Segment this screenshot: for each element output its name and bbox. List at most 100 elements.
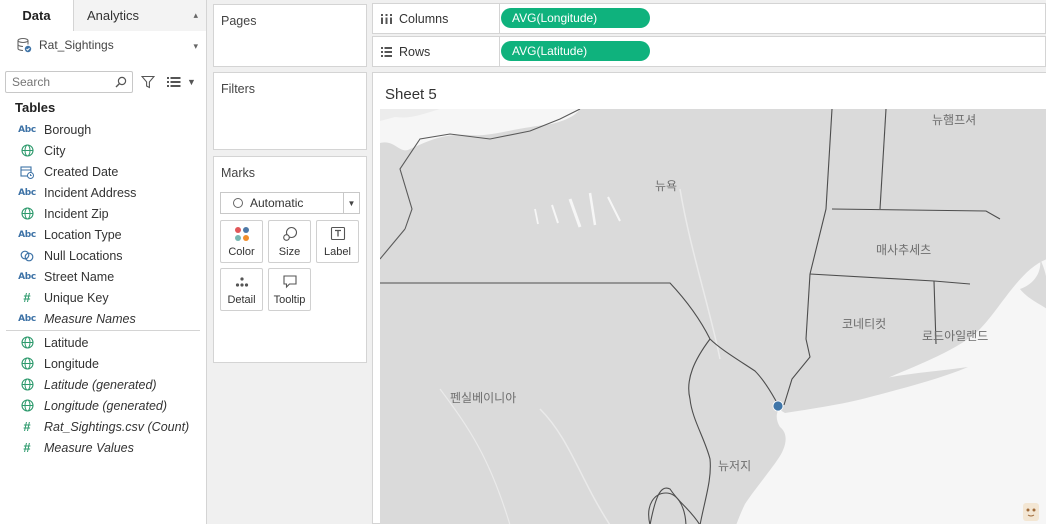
size-label: Size (278, 246, 301, 258)
field-incident-address[interactable]: Abc Incident Address (0, 182, 206, 203)
field-label: Null Locations (44, 248, 123, 263)
rows-shelf-label: Rows (373, 37, 500, 66)
field-label: Measure Values (44, 440, 134, 455)
field-type-icon (16, 144, 38, 158)
field-latitude-generated[interactable]: Latitude (generated) (0, 374, 206, 395)
field-label: Borough (44, 122, 92, 137)
tab-data[interactable]: Data (0, 0, 74, 31)
search-icon[interactable] (115, 76, 127, 88)
field-city[interactable]: City (0, 140, 206, 161)
cards-column: Pages Filters Marks Automatic ▼ Color Si… (207, 0, 372, 524)
tab-analytics-label: Analytics (87, 8, 140, 23)
detail-label: Detail (227, 294, 256, 306)
field-type-icon: Abc (16, 228, 38, 242)
search-input[interactable] (6, 72, 132, 92)
tableau-logo-icon (1023, 503, 1039, 521)
columns-shelf-label: Columns (373, 4, 500, 33)
field-type-icon (16, 207, 38, 221)
field-rat-sightings-csv-count[interactable]: # Rat_Sightings.csv (Count) (0, 416, 206, 437)
columns-shelf[interactable]: Columns AVG(Longitude) (372, 3, 1046, 34)
field-incident-zip[interactable]: Incident Zip (0, 203, 206, 224)
mark-type-value: Automatic (250, 196, 304, 210)
field-type-icon (16, 249, 38, 263)
text-label-icon (330, 226, 345, 241)
field-type-icon: Abc (16, 270, 38, 284)
string-type-icon: Abc (18, 271, 36, 282)
chevron-down-icon: ▼ (343, 193, 359, 213)
link-icon (20, 250, 34, 261)
size-icon (282, 226, 297, 241)
field-label: Street Name (44, 269, 115, 284)
filters-title: Filters (221, 82, 256, 96)
marks-title: Marks (221, 166, 256, 180)
field-type-icon (16, 336, 38, 350)
label-label: Label (324, 246, 351, 258)
field-type-icon: Abc (16, 123, 38, 137)
sheet-title[interactable]: Sheet 5 (385, 86, 437, 103)
latitude-pill[interactable]: AVG(Latitude) (501, 41, 650, 61)
data-pane: Data Analytics ▴ ▾ Rat_Sightings Search … (0, 0, 207, 524)
filters-card[interactable]: Filters (213, 72, 367, 150)
rows-shelf[interactable]: Rows AVG(Latitude) (372, 36, 1046, 67)
field-label: Rat_Sightings.csv (Count) (44, 419, 190, 434)
number-type-icon: # (23, 419, 31, 434)
tooltip-button[interactable]: Tooltip (268, 268, 311, 311)
field-type-icon: Abc (16, 312, 38, 326)
data-point-mark[interactable] (772, 400, 784, 412)
map-view[interactable]: 뉴욕 뉴햄프셔 매사추세츠 코네티컷 로드아일랜드 펜실베이니아 뉴저지 (380, 109, 1046, 524)
mark-type-dropdown[interactable]: Automatic ▼ (220, 192, 360, 214)
field-label: Longitude (generated) (44, 398, 168, 413)
map-label-new-jersey: 뉴저지 (718, 459, 752, 473)
detail-button[interactable]: Detail (220, 268, 263, 311)
field-type-icon (16, 165, 38, 179)
field-borough[interactable]: Abc Borough (0, 119, 206, 140)
map-label-massachusetts: 매사추세츠 (876, 243, 932, 257)
map-label-new-york: 뉴욕 (655, 179, 678, 193)
field-label: Latitude (44, 335, 89, 350)
data-source[interactable]: Rat_Sightings (0, 31, 206, 59)
color-button[interactable]: Color (220, 220, 263, 263)
string-type-icon: Abc (18, 229, 36, 240)
search-box (5, 71, 133, 93)
pages-card[interactable]: Pages (213, 4, 367, 67)
list-view-icon[interactable] (167, 76, 181, 88)
map-label-rhode-island: 로드아일랜드 (922, 329, 989, 343)
globe-icon (20, 357, 34, 370)
chevron-down-icon[interactable]: ▼ (187, 77, 196, 87)
field-label: Longitude (44, 356, 99, 371)
globe-icon (20, 336, 34, 349)
field-null-locations[interactable]: Null Locations (0, 245, 206, 266)
field-unique-key[interactable]: # Unique Key (0, 287, 206, 308)
field-label: Location Type (44, 227, 122, 242)
field-type-icon: Abc (16, 186, 38, 200)
field-label: Created Date (44, 164, 119, 179)
data-source-name: Rat_Sightings (39, 38, 114, 52)
field-label: Incident Address (44, 185, 137, 200)
string-type-icon: Abc (18, 313, 36, 324)
field-type-icon (16, 378, 38, 392)
calendar-icon (20, 165, 34, 179)
number-type-icon: # (23, 290, 31, 305)
field-longitude[interactable]: Longitude (0, 353, 206, 374)
string-type-icon: Abc (18, 124, 36, 135)
marks-card: Marks Automatic ▼ Color Size Label Detai… (213, 156, 367, 363)
color-icon (234, 227, 249, 241)
field-measure-values[interactable]: # Measure Values (0, 437, 206, 458)
field-measure-names[interactable]: Abc Measure Names (0, 308, 206, 329)
field-longitude-generated[interactable]: Longitude (generated) (0, 395, 206, 416)
shelves: Columns AVG(Longitude) Rows AVG(Latitude… (372, 0, 1046, 67)
label-button[interactable]: Label (316, 220, 359, 263)
columns-icon (381, 13, 392, 24)
filter-icon[interactable] (141, 75, 155, 89)
tooltip-icon (282, 275, 297, 289)
field-location-type[interactable]: Abc Location Type (0, 224, 206, 245)
field-latitude[interactable]: Latitude (0, 332, 206, 353)
globe-icon (20, 378, 34, 391)
field-created-date[interactable]: Created Date (0, 161, 206, 182)
tab-analytics[interactable]: Analytics ▴ ▾ (74, 0, 206, 51)
size-button[interactable]: Size (268, 220, 311, 263)
longitude-pill[interactable]: AVG(Longitude) (501, 8, 650, 28)
field-street-name[interactable]: Abc Street Name (0, 266, 206, 287)
datasource-icon (17, 37, 32, 53)
circle-icon (233, 198, 243, 208)
